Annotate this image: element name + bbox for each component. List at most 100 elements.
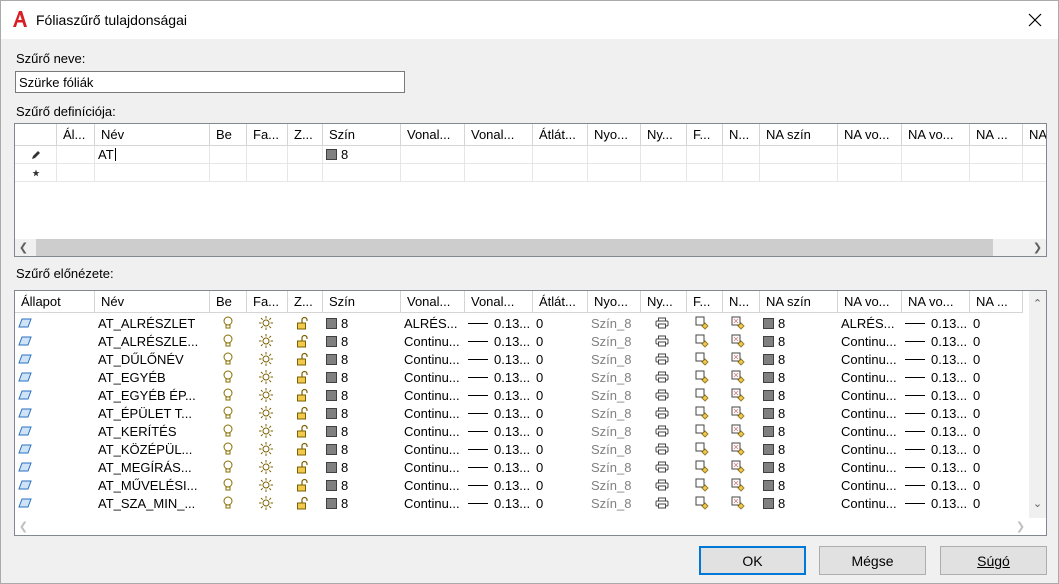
viewport-freeze-icon[interactable] bbox=[695, 316, 709, 330]
definition-cell[interactable] bbox=[210, 146, 247, 164]
layer-cell[interactable] bbox=[723, 422, 760, 440]
column-header[interactable]: F... bbox=[687, 124, 723, 146]
layer-cell[interactable]: 8 bbox=[323, 458, 401, 476]
layer-cell[interactable] bbox=[687, 458, 723, 476]
layer-cell[interactable]: 8 bbox=[323, 404, 401, 422]
layer-cell[interactable] bbox=[288, 440, 323, 458]
viewport-freeze-icon[interactable] bbox=[695, 496, 709, 510]
layer-cell[interactable] bbox=[641, 350, 687, 368]
layer-cell[interactable]: 8 bbox=[760, 494, 838, 512]
viewport-freeze-icon[interactable] bbox=[695, 334, 709, 348]
layer-row[interactable]: AT_KÖZÉPÜL... 8 Continu... 0.13... 0 Szín_8 8 C… bbox=[15, 440, 1046, 458]
layer-cell[interactable]: 0.13... bbox=[902, 422, 970, 440]
new-viewport-freeze-icon[interactable] bbox=[731, 460, 745, 474]
printer-icon[interactable] bbox=[655, 497, 669, 509]
definition-cell[interactable] bbox=[902, 146, 970, 164]
layer-row[interactable]: AT_ÉPÜLET T... 8 Continu... 0.13... 0 Szín_8 8… bbox=[15, 404, 1046, 422]
layer-cell[interactable]: 0.13... bbox=[465, 350, 533, 368]
definition-cell[interactable] bbox=[288, 164, 323, 182]
column-header[interactable]: Vonal... bbox=[401, 124, 465, 146]
layer-cell[interactable]: ALRÉS... bbox=[401, 314, 465, 332]
layer-cell[interactable] bbox=[723, 476, 760, 494]
layer-cell[interactable]: Continu... bbox=[838, 422, 902, 440]
definition-cell[interactable] bbox=[95, 164, 210, 182]
lightbulb-icon[interactable] bbox=[222, 370, 234, 384]
layer-cell[interactable]: 0.13... bbox=[465, 458, 533, 476]
layer-cell[interactable] bbox=[723, 314, 760, 332]
layer-cell[interactable] bbox=[641, 368, 687, 386]
layer-plane-icon[interactable] bbox=[18, 336, 32, 346]
definition-cell[interactable] bbox=[1023, 146, 1046, 164]
viewport-freeze-icon[interactable] bbox=[695, 352, 709, 366]
column-header[interactable]: Szín bbox=[323, 124, 401, 146]
layer-cell[interactable]: 0.13... bbox=[902, 458, 970, 476]
layer-cell[interactable]: 0 bbox=[533, 476, 588, 494]
layer-cell[interactable]: AT_KÖZÉPÜL... bbox=[95, 440, 210, 458]
column-header[interactable]: Fa... bbox=[247, 124, 288, 146]
definition-cell[interactable] bbox=[723, 164, 760, 182]
printer-icon[interactable] bbox=[655, 335, 669, 347]
definition-cell[interactable] bbox=[588, 164, 641, 182]
layer-cell[interactable]: 8 bbox=[760, 332, 838, 350]
layer-cell[interactable]: AT_ALRÉSZLE... bbox=[95, 332, 210, 350]
definition-cell[interactable] bbox=[687, 164, 723, 182]
layer-cell[interactable]: Szín_8 bbox=[588, 494, 641, 512]
lightbulb-icon[interactable] bbox=[222, 352, 234, 366]
column-header[interactable]: N... bbox=[723, 291, 760, 313]
column-header[interactable]: NA szín bbox=[760, 291, 838, 313]
column-header[interactable]: Z... bbox=[288, 291, 323, 313]
layer-cell[interactable] bbox=[247, 440, 288, 458]
sun-icon[interactable] bbox=[259, 478, 273, 492]
printer-icon[interactable] bbox=[655, 353, 669, 365]
sun-icon[interactable] bbox=[259, 370, 273, 384]
definition-cell[interactable] bbox=[247, 146, 288, 164]
layer-plane-icon[interactable] bbox=[18, 444, 32, 454]
layer-cell[interactable]: Szín_8 bbox=[588, 350, 641, 368]
layer-cell[interactable] bbox=[15, 332, 95, 350]
unlocked-padlock-icon[interactable] bbox=[296, 478, 310, 492]
sun-icon[interactable] bbox=[259, 406, 273, 420]
layer-cell[interactable]: 0 bbox=[970, 476, 1023, 494]
layer-cell[interactable]: 8 bbox=[760, 440, 838, 458]
layer-cell[interactable]: 0.13... bbox=[902, 494, 970, 512]
layer-cell[interactable]: 8 bbox=[323, 422, 401, 440]
scroll-right-icon[interactable]: ❯ bbox=[1029, 239, 1046, 256]
layer-cell[interactable]: Continu... bbox=[401, 440, 465, 458]
layer-cell[interactable]: 0.13... bbox=[465, 368, 533, 386]
new-viewport-freeze-icon[interactable] bbox=[731, 334, 745, 348]
column-header[interactable]: NA ... bbox=[970, 291, 1023, 313]
layer-cell[interactable]: Szín_8 bbox=[588, 458, 641, 476]
definition-cell[interactable] bbox=[723, 146, 760, 164]
definition-cell[interactable] bbox=[15, 146, 57, 164]
layer-cell[interactable] bbox=[288, 332, 323, 350]
definition-row[interactable]: AT 8 bbox=[15, 146, 1046, 164]
layer-cell[interactable] bbox=[15, 404, 95, 422]
layer-cell[interactable]: Continu... bbox=[838, 332, 902, 350]
filter-definition-grid[interactable]: Ál... Név Be Fa... Z... Szín Vonal... Vonal... Á… bbox=[14, 123, 1047, 257]
scroll-up-icon[interactable]: ⌃ bbox=[1029, 295, 1046, 312]
definition-cell[interactable] bbox=[687, 146, 723, 164]
printer-icon[interactable] bbox=[655, 389, 669, 401]
layer-cell[interactable]: 8 bbox=[760, 350, 838, 368]
layer-cell[interactable]: 0.13... bbox=[902, 386, 970, 404]
column-header[interactable]: Be bbox=[210, 291, 247, 313]
layer-cell[interactable] bbox=[687, 422, 723, 440]
layer-cell[interactable]: AT_SZA_MIN_... bbox=[95, 494, 210, 512]
layer-cell[interactable]: Continu... bbox=[401, 368, 465, 386]
layer-cell[interactable]: 0 bbox=[533, 314, 588, 332]
layer-cell[interactable]: 0.13... bbox=[465, 422, 533, 440]
unlocked-padlock-icon[interactable] bbox=[296, 406, 310, 420]
layer-cell[interactable] bbox=[15, 314, 95, 332]
layer-cell[interactable] bbox=[288, 368, 323, 386]
lightbulb-icon[interactable] bbox=[222, 496, 234, 510]
layer-cell[interactable]: Szín_8 bbox=[588, 476, 641, 494]
layer-row[interactable]: AT_MEGÍRÁS... 8 Continu... 0.13... 0 Szín_8 8 C… bbox=[15, 458, 1046, 476]
layer-cell[interactable] bbox=[641, 458, 687, 476]
layer-cell[interactable]: Continu... bbox=[838, 494, 902, 512]
layer-cell[interactable]: 8 bbox=[760, 404, 838, 422]
definition-cell[interactable]: AT bbox=[95, 146, 210, 164]
layer-cell[interactable]: 0.13... bbox=[465, 314, 533, 332]
layer-cell[interactable]: 0 bbox=[533, 332, 588, 350]
close-button[interactable] bbox=[1012, 1, 1058, 39]
definition-cell[interactable] bbox=[210, 164, 247, 182]
